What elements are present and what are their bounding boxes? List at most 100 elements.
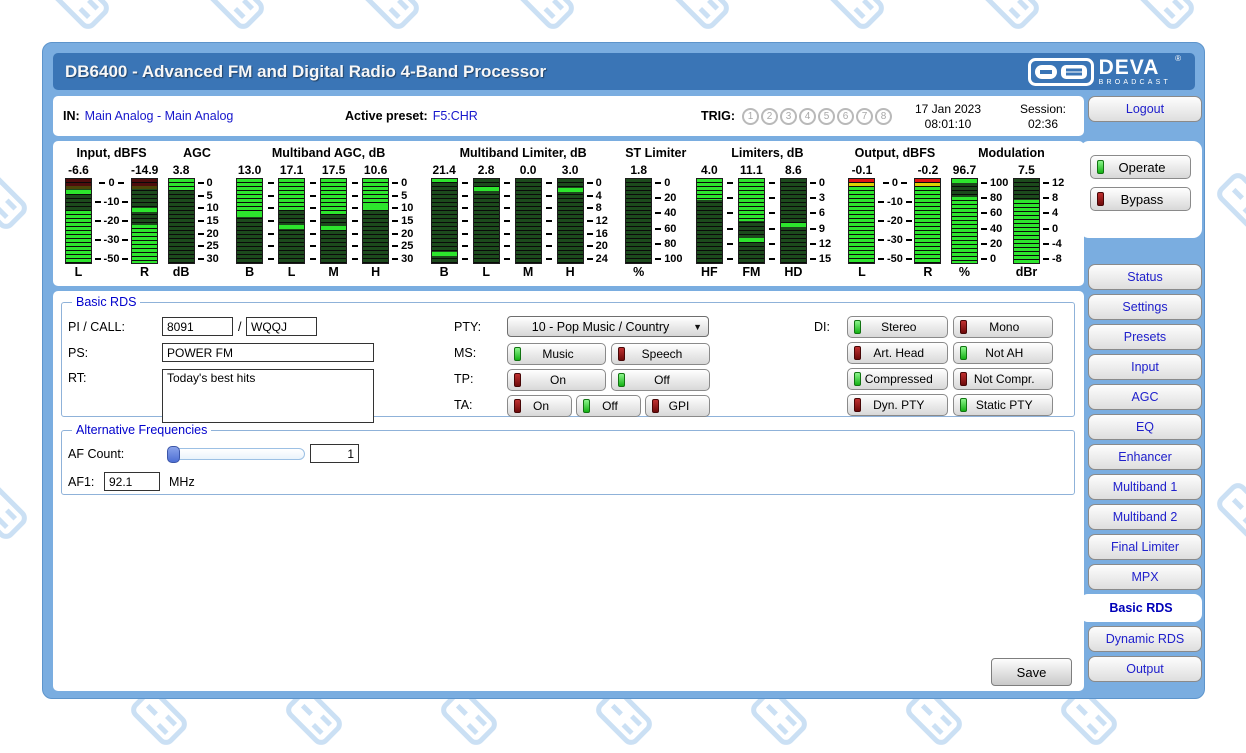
rt-textarea[interactable]: Today's best hits — [162, 369, 374, 423]
meter-value — [655, 163, 684, 178]
meter-value: 3.8 — [168, 163, 195, 178]
button-off[interactable]: Off — [611, 369, 710, 391]
button-music[interactable]: Music — [507, 343, 606, 365]
meter-value: 17.1 — [278, 163, 305, 178]
red-led-icon — [1097, 192, 1104, 206]
meter-label: H — [362, 264, 389, 280]
af1-input[interactable] — [104, 472, 160, 491]
date-text: 17 Jan 2023 — [915, 102, 981, 116]
meter-label: B — [431, 264, 458, 280]
active-preset-value[interactable]: F5:CHR — [433, 109, 478, 123]
sidebar-item-status[interactable]: Status — [1088, 264, 1202, 290]
deva-watermark-icon — [0, 170, 30, 232]
meter-value: 8.6 — [780, 163, 807, 178]
sidebar-item-multiband-2[interactable]: Multiband 2 — [1088, 504, 1202, 530]
trig-indicator-8: 8 — [875, 108, 892, 125]
pty-select[interactable]: 10 - Pop Music / Country ▼ — [507, 316, 709, 337]
button-not-ah[interactable]: Not AH — [953, 342, 1054, 364]
meter-agc-db — [168, 178, 195, 264]
button-off[interactable]: Off — [576, 395, 641, 417]
meter-modulation-dbr — [1013, 178, 1040, 264]
meter-limiters-db-hf — [696, 178, 723, 264]
af-count-input[interactable] — [310, 444, 359, 463]
meter-value — [545, 163, 554, 178]
button-on[interactable]: On — [507, 369, 606, 391]
button-static-pty[interactable]: Static PTY — [953, 394, 1054, 416]
button-dyn-pty[interactable]: Dyn. PTY — [847, 394, 948, 416]
button-not-compr[interactable]: Not Compr. — [953, 368, 1054, 390]
meter-value: -0.1 — [848, 163, 875, 178]
logout-button[interactable]: Logout — [1088, 96, 1202, 122]
meter-label: L — [278, 264, 305, 280]
meters-panel: Input, dBFS-6.6L0-10-20-30-50-14.9RAGC3.… — [53, 141, 1084, 286]
sidebar-item-final-limiter[interactable]: Final Limiter — [1088, 534, 1202, 560]
af-count-slider-thumb[interactable] — [167, 446, 180, 463]
sidebar-item-input[interactable]: Input — [1088, 354, 1202, 380]
meter-label: L — [65, 264, 92, 280]
meter-value: -0.2 — [914, 163, 941, 178]
sidebar-item-agc[interactable]: AGC — [1088, 384, 1202, 410]
button-on[interactable]: On — [507, 395, 572, 417]
meter-label: HF — [696, 264, 723, 280]
meter-group-title: Multiband Limiter, dB — [431, 146, 616, 163]
sidebar-item-output[interactable]: Output — [1088, 656, 1202, 682]
button-art-head[interactable]: Art. Head — [847, 342, 948, 364]
button-mono[interactable]: Mono — [953, 316, 1054, 338]
sidebar-item-settings[interactable]: Settings — [1088, 294, 1202, 320]
session-value: 02:36 — [1028, 117, 1058, 131]
meter-label: M — [320, 264, 347, 280]
button-compressed[interactable]: Compressed — [847, 368, 948, 390]
button-speech[interactable]: Speech — [611, 343, 710, 365]
meter-group-title: Multiband AGC, dB — [236, 146, 421, 163]
ms-label: MS: — [454, 346, 476, 360]
input-source-link[interactable]: Main Analog - Main Analog — [85, 109, 234, 123]
meter-label — [587, 264, 616, 280]
pty-selected-value: 10 - Pop Music / Country — [508, 320, 693, 334]
sidebar-item-enhancer[interactable]: Enhancer — [1088, 444, 1202, 470]
meter-multiband-agc-db-l — [278, 178, 305, 264]
meter-scale: 051015202530 — [198, 178, 227, 264]
deva-watermark-icon — [205, 0, 267, 32]
meter-label — [198, 264, 227, 280]
meter-modulation- — [951, 178, 978, 264]
sidebar-item-eq[interactable]: EQ — [1088, 414, 1202, 440]
basic-rds-panel: Basic RDS PI / CALL: / PS: RT: Today's b… — [53, 291, 1084, 691]
pi-input[interactable] — [162, 317, 233, 336]
sidebar-item-multiband-1[interactable]: Multiband 1 — [1088, 474, 1202, 500]
af-count-slider[interactable] — [167, 448, 305, 460]
ps-input[interactable] — [162, 343, 374, 362]
trig-indicator-7: 7 — [856, 108, 873, 125]
button-operate[interactable]: Operate — [1090, 155, 1191, 179]
meter-value — [726, 163, 735, 178]
meter-label — [95, 264, 128, 280]
meter-label: dBr — [1013, 264, 1040, 280]
meter-label — [1043, 264, 1072, 280]
meter-multiband-agc-db-b — [236, 178, 263, 264]
meter-group-output-dbfs: Output, dBFS-0.1L0-10-20-30-50-0.2R — [848, 146, 941, 280]
save-button[interactable]: Save — [991, 658, 1072, 686]
meter-label — [308, 264, 317, 280]
meter-group-title: Modulation — [951, 146, 1072, 163]
meter-scale: 12840-4-8 — [1043, 178, 1072, 264]
ms-buttons: MusicSpeech — [507, 343, 710, 365]
time-text: 08:01:10 — [925, 117, 972, 131]
meter-group-st-limiter: ST Limiter1.8%020406080100 — [625, 146, 686, 280]
meter-input-dbfs-r — [131, 178, 158, 264]
sidebar-item-presets[interactable]: Presets — [1088, 324, 1202, 350]
datetime: 17 Jan 2023 08:01:10 — [893, 96, 1003, 136]
deva-watermark-icon — [825, 0, 887, 32]
meter-group-title: Output, dBFS — [848, 146, 941, 163]
green-led-icon — [1097, 160, 1104, 174]
button-bypass[interactable]: Bypass — [1090, 187, 1191, 211]
button-gpi[interactable]: GPI — [645, 395, 710, 417]
button-stereo[interactable]: Stereo — [847, 316, 948, 338]
registered-mark: ® — [1175, 55, 1181, 63]
meter-label: R — [131, 264, 158, 280]
sidebar-item-basic-rds[interactable]: Basic RDS — [1080, 594, 1202, 622]
sidebar-item-mpx[interactable]: MPX — [1088, 564, 1202, 590]
meter-label — [726, 264, 735, 280]
sidebar-item-dynamic-rds[interactable]: Dynamic RDS — [1088, 626, 1202, 652]
call-input[interactable] — [246, 317, 317, 336]
af1-unit-label: MHz — [169, 475, 195, 489]
meter-label: % — [625, 264, 652, 280]
